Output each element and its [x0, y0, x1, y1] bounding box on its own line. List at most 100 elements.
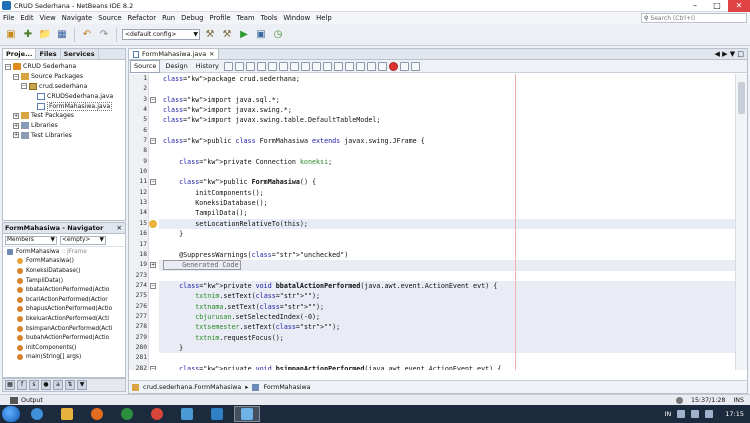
list-item[interactable]: bsimpanActionPerformed(Acti: [3, 324, 125, 334]
code-line[interactable]: 279 txtnim.requestFocus();: [136, 332, 735, 343]
toggle-bookmark-icon[interactable]: [333, 61, 343, 71]
menu-view[interactable]: View: [37, 14, 59, 22]
scrollbar-thumb[interactable]: [738, 82, 745, 114]
code-line[interactable]: 4 class="kw">import javax.swing.*;: [143, 105, 735, 115]
menu-refactor[interactable]: Refactor: [125, 14, 160, 22]
stop-macro-icon[interactable]: [388, 61, 398, 71]
list-item[interactable]: bubahActionPerformed(Actio: [3, 333, 125, 343]
code-line[interactable]: 14 TampilData();: [139, 208, 735, 218]
taskbar-ie[interactable]: [24, 406, 50, 422]
code-line[interactable]: 278 txtsemester.setText(class="str">"");: [136, 322, 735, 333]
members-select[interactable]: Members ▼: [5, 235, 57, 245]
start-button[interactable]: [2, 406, 20, 422]
tree-node[interactable]: − CRUD Sederhana: [3, 62, 125, 72]
profile-icon[interactable]: ◷: [271, 28, 285, 42]
last-edit-icon[interactable]: [223, 61, 233, 71]
volume-icon[interactable]: [705, 410, 714, 418]
previous-bookmark-icon[interactable]: [311, 61, 321, 71]
collapse-icon[interactable]: −: [13, 73, 19, 80]
sort-name-icon[interactable]: a: [53, 380, 63, 390]
list-item[interactable]: bhapusActionPerformed(Actio: [3, 305, 125, 315]
taskbar-netbeans-active[interactable]: [234, 406, 260, 422]
tray-arrow-icon[interactable]: [677, 410, 686, 418]
search-input[interactable]: [650, 14, 741, 22]
view-history-button[interactable]: History: [193, 61, 222, 72]
code-line[interactable]: 282− class="kw">private void bsimpanActi…: [136, 364, 735, 370]
back-icon[interactable]: [234, 61, 244, 71]
code-line[interactable]: 2: [143, 84, 735, 94]
tab-navigation-icon[interactable]: ◀ ▶ ▼ □: [715, 49, 747, 59]
code-line[interactable]: 11− class="kw">public FormMahasiwa() {: [139, 177, 735, 187]
collapse-fold-icon[interactable]: −: [150, 138, 156, 145]
find-next-icon[interactable]: [267, 61, 277, 71]
run-icon[interactable]: ▶: [237, 28, 251, 42]
breadcrumb-class[interactable]: FormMahasiwa: [263, 384, 310, 391]
minimize-button[interactable]: –: [684, 0, 706, 12]
expand-icon[interactable]: +: [13, 122, 19, 129]
view-design-button[interactable]: Design: [162, 61, 190, 72]
clock[interactable]: 17:15: [725, 410, 744, 418]
next-bookmark-icon[interactable]: [322, 61, 332, 71]
toggle-rectangular-icon[interactable]: [300, 61, 310, 71]
tab-projects[interactable]: Proje...: [3, 49, 37, 59]
code-line[interactable]: 1 class="kw">package crud.sederhana;: [143, 74, 735, 84]
new-project-icon[interactable]: ▣: [4, 28, 18, 42]
list-item[interactable]: initComponents(): [3, 343, 125, 353]
code-line[interactable]: 6: [143, 126, 735, 136]
filter-select[interactable]: <empty> ▼: [60, 235, 106, 245]
taskbar-chrome[interactable]: [144, 406, 170, 422]
undo-icon[interactable]: ↶: [80, 28, 94, 42]
shift-left-icon[interactable]: [344, 61, 354, 71]
list-item[interactable]: main(String[] args): [3, 353, 125, 363]
code-line[interactable]: 19 + Generated Code: [139, 260, 735, 271]
code-line[interactable]: 274− class="kw">private void bbatalActio…: [136, 280, 735, 292]
sort-source-icon[interactable]: ⇅: [65, 380, 75, 390]
taskbar-explorer[interactable]: [54, 406, 80, 422]
list-item[interactable]: bbatalActionPerformed(Actio: [3, 285, 125, 295]
taskbar-media[interactable]: [114, 406, 140, 422]
filter-static-icon[interactable]: s: [29, 380, 39, 390]
collapse-fold-icon[interactable]: −: [150, 179, 156, 186]
code-line[interactable]: 15 setLocationRelativeTo(this);: [139, 218, 735, 230]
tab-formmahasiwa[interactable]: FormMahasiwa.java ✕: [129, 49, 220, 60]
filter-fields-icon[interactable]: f: [17, 380, 27, 390]
code-line[interactable]: 7− class="kw">public class FormMahasiwa e…: [143, 136, 735, 146]
code-line[interactable]: 18 @SuppressWarnings(class="str">"unchec…: [139, 250, 735, 260]
open-project-icon[interactable]: 📁: [38, 28, 52, 42]
code-line[interactable]: 277 cbjurusan.setSelectedIndex(-0);: [136, 311, 735, 323]
menu-navigate[interactable]: Navigate: [59, 14, 96, 22]
code-area[interactable]: 1 class="kw">package crud.sederhana; 2 3− cl…: [129, 74, 735, 370]
list-item[interactable]: bcariActionPerformed(Actior: [3, 295, 125, 305]
code-line[interactable]: 13 KoneksiDatabase();: [139, 198, 735, 208]
tab-services[interactable]: Services: [61, 49, 99, 59]
code-line[interactable]: 12 initComponents();: [139, 188, 735, 198]
save-all-icon[interactable]: ▦: [55, 28, 69, 42]
close-icon[interactable]: ✕: [209, 49, 214, 60]
tree-node[interactable]: − Source Packages: [3, 72, 125, 82]
list-item[interactable]: FormMahasiwa(): [3, 257, 125, 267]
play-macro-icon[interactable]: [399, 61, 409, 71]
uncomment-icon[interactable]: [377, 61, 387, 71]
tree-node-selected[interactable]: FormMahasiwa.java: [3, 101, 125, 111]
expand-icon[interactable]: +: [13, 132, 19, 139]
code-line[interactable]: 275 txtnim.setText(class="str">"");: [136, 291, 735, 302]
vertical-scrollbar[interactable]: [735, 74, 747, 370]
breadcrumb-package[interactable]: crud.sederhana.FormMahasiwa: [143, 384, 241, 391]
code-line[interactable]: 281: [136, 353, 735, 363]
taskbar-netbeans[interactable]: [204, 406, 230, 422]
expand-icon[interactable]: +: [13, 112, 19, 119]
code-line[interactable]: 276 txtnama.setText(class="str">"");: [136, 301, 735, 312]
collapse-fold-icon[interactable]: −: [150, 282, 156, 289]
code-line[interactable]: 273: [136, 271, 735, 281]
toggle-highlight-icon[interactable]: [289, 61, 299, 71]
find-previous-icon[interactable]: [256, 61, 266, 71]
list-item[interactable]: TampilData(): [3, 276, 125, 286]
forward-icon[interactable]: [245, 61, 255, 71]
menu-profile[interactable]: Profile: [206, 14, 233, 22]
filter-nonpublic-icon[interactable]: ●: [41, 380, 51, 390]
output-button[interactable]: Output: [0, 396, 43, 404]
navigator-root[interactable]: FormMahasiwa :: JFrame: [3, 247, 125, 257]
taskbar-firefox[interactable]: [84, 406, 110, 422]
code-line[interactable]: 280 }: [136, 342, 735, 354]
search-box[interactable]: ⚲: [641, 13, 747, 23]
